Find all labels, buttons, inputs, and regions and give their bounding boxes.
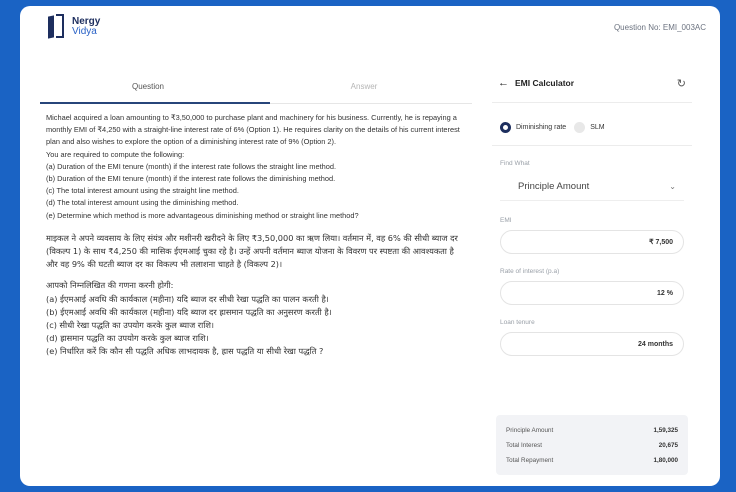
option-label: Diminishing rate — [516, 123, 567, 131]
question-line: (e) Determine which method is more advan… — [46, 210, 359, 220]
hindi-line: (e) निर्धारित करें कि कौन सी पद्धति अधिक… — [46, 346, 324, 357]
divider — [492, 145, 692, 146]
logo-line2: Vidya — [72, 26, 97, 37]
emi-calculator-panel: ← EMI Calculator ↻ Diminishing rate SLM … — [492, 68, 692, 478]
tab-bar: Question Answer — [40, 70, 472, 104]
hindi-line: (a) ईएमआई अवधि की कार्यकाल (महीना) यदि ब… — [46, 293, 329, 304]
chevron-down-icon: ⌄ — [669, 182, 676, 191]
summary-label: Total Repayment — [506, 457, 554, 464]
radio-selected-icon — [500, 121, 511, 133]
tab-question[interactable]: Question — [40, 70, 256, 103]
question-line: (a) Duration of the EMI tenure (month) i… — [46, 161, 337, 171]
question-line: (b) Duration of the EMI tenure (month) i… — [46, 174, 336, 184]
tenure-input[interactable]: 24 months — [500, 332, 684, 356]
result-summary: Principle Amount 1,59,325 Total Interest… — [496, 415, 688, 475]
question-line: You are required to compute the followin… — [46, 149, 185, 159]
question-hindi: माइकल ने अपने व्यवसाय के लिए संयंत्र और … — [46, 232, 466, 359]
radio-unselected-icon — [574, 121, 586, 133]
refresh-icon[interactable]: ↻ — [677, 77, 686, 90]
top-bar: Nergy Vidya Question No: EMI_003AC — [20, 6, 720, 48]
find-what-select[interactable]: Principle Amount ⌄ — [500, 173, 684, 201]
summary-row: Principle Amount 1,59,325 — [506, 423, 678, 438]
question-english: Michael acquired a loan amounting to ₹3,… — [46, 112, 466, 222]
option-slm[interactable]: SLM — [574, 121, 605, 133]
hindi-paragraph: माइकल ने अपने व्यवसाय के लिए संयंत्र और … — [46, 232, 458, 270]
hindi-line: (c) सीधी रेखा पद्धति का उपयोग करके कुल ब… — [46, 320, 215, 331]
calculator-title: EMI Calculator — [515, 78, 575, 88]
logo: Nergy Vidya — [46, 13, 100, 41]
summary-value: 20,675 — [658, 442, 678, 449]
option-diminishing-rate[interactable]: Diminishing rate — [500, 121, 567, 133]
question-paragraph: Michael acquired a loan amounting to ₹3,… — [46, 113, 460, 147]
summary-label: Principle Amount — [506, 427, 554, 434]
question-number: Question No: EMI_003AC — [613, 22, 706, 32]
divider — [492, 102, 692, 103]
logo-mark-icon — [46, 13, 68, 41]
question-panel: Question Answer Michael acquired a loan … — [40, 70, 472, 470]
app-frame: Nergy Vidya Question No: EMI_003AC Quest… — [20, 6, 720, 486]
find-what-value: Principle Amount — [518, 181, 590, 192]
hindi-line: आपको निम्नलिखित की गणना करनी होगी: — [46, 280, 174, 291]
calculator-header: ← EMI Calculator ↻ — [492, 68, 692, 98]
question-line: (d) The total interest amount using the … — [46, 198, 239, 208]
find-what-label: Find What — [500, 160, 530, 167]
summary-row: Total Repayment 1,80,000 — [506, 453, 678, 468]
question-line: (c) The total interest amount using the … — [46, 186, 239, 196]
summary-label: Total Interest — [506, 442, 543, 449]
summary-value: 1,59,325 — [653, 427, 678, 434]
question-content: Michael acquired a loan amounting to ₹3,… — [40, 104, 472, 359]
tab-answer[interactable]: Answer — [256, 70, 472, 103]
hindi-line: (b) ईएमआई अवधि की कार्यकाल (महीना) यदि ब… — [46, 306, 332, 317]
summary-row: Total Interest 20,675 — [506, 438, 678, 453]
tenure-label: Loan tenure — [500, 319, 535, 326]
method-options: Diminishing rate SLM — [492, 113, 692, 141]
option-label: SLM — [590, 123, 605, 131]
rate-input[interactable]: 12 % — [500, 281, 684, 305]
emi-label: EMI — [500, 217, 512, 224]
rate-label: Rate of interest (p.a) — [500, 268, 560, 275]
active-tab-indicator — [40, 102, 270, 104]
hindi-line: (d) ह्रासमान पद्धति का उपयोग करके कुल ब्… — [46, 333, 209, 344]
emi-input[interactable]: ₹ 7,500 — [500, 230, 684, 254]
back-arrow-icon[interactable]: ← — [498, 77, 509, 89]
summary-value: 1,80,000 — [653, 457, 678, 464]
